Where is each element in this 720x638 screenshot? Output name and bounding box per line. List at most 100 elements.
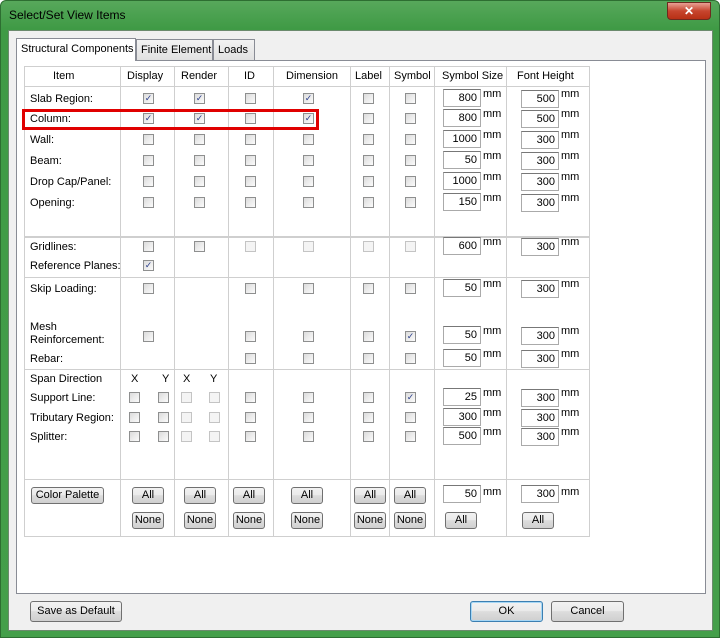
tab-loads[interactable]: Loads <box>213 39 255 60</box>
symbol-checkbox[interactable] <box>405 283 416 294</box>
id-checkbox[interactable] <box>245 155 256 166</box>
tab-structural-components[interactable]: Structural Components <box>16 38 136 61</box>
display-checkbox[interactable] <box>143 134 154 145</box>
id-all-button[interactable]: All <box>233 487 265 504</box>
id-checkbox[interactable] <box>245 353 256 364</box>
id-checkbox[interactable] <box>245 331 256 342</box>
id-checkbox[interactable] <box>245 197 256 208</box>
ok-button[interactable]: OK <box>470 601 543 622</box>
font-height-input[interactable]: 300 <box>521 409 559 427</box>
font-height-input[interactable]: 300 <box>521 327 559 345</box>
id-checkbox[interactable] <box>245 93 256 104</box>
symbol-size-input[interactable]: 500 <box>443 427 481 445</box>
render-checkbox[interactable] <box>194 176 205 187</box>
display-y-checkbox[interactable] <box>158 392 169 403</box>
label-checkbox[interactable] <box>363 412 374 423</box>
cancel-button[interactable]: Cancel <box>551 601 624 622</box>
dimension-checkbox[interactable] <box>303 197 314 208</box>
dimension-checkbox[interactable] <box>303 353 314 364</box>
font-height-input[interactable]: 500 <box>521 110 559 128</box>
id-none-button[interactable]: None <box>233 512 265 529</box>
symbol-size-input[interactable]: 600 <box>443 237 481 255</box>
symbol-none-button[interactable]: None <box>394 512 426 529</box>
render-checkbox[interactable] <box>194 134 205 145</box>
symbol-checkbox[interactable] <box>405 353 416 364</box>
dimension-checkbox[interactable]: ✓ <box>303 93 314 104</box>
symbol-size-input[interactable]: 300 <box>443 408 481 426</box>
label-checkbox[interactable] <box>363 155 374 166</box>
font-height-input[interactable]: 300 <box>521 194 559 212</box>
display-all-button[interactable]: All <box>132 487 164 504</box>
tab-finite-element[interactable]: Finite Element <box>136 39 213 60</box>
font-height-input[interactable]: 300 <box>521 152 559 170</box>
symbol-size-input[interactable]: 25 <box>443 388 481 406</box>
render-all-button[interactable]: All <box>184 487 216 504</box>
symbol-all-button[interactable]: All <box>394 487 426 504</box>
display-checkbox[interactable] <box>143 197 154 208</box>
render-checkbox[interactable] <box>194 155 205 166</box>
save-as-default-button[interactable]: Save as Default <box>30 601 122 622</box>
display-x-checkbox[interactable] <box>129 412 140 423</box>
display-checkbox[interactable] <box>143 283 154 294</box>
dimension-none-button[interactable]: None <box>291 512 323 529</box>
id-checkbox[interactable] <box>245 392 256 403</box>
font-height-input[interactable]: 300 <box>521 428 559 446</box>
symbol-checkbox[interactable] <box>405 197 416 208</box>
dimension-checkbox[interactable] <box>303 155 314 166</box>
symbol-checkbox[interactable]: ✓ <box>405 331 416 342</box>
label-checkbox[interactable] <box>363 113 374 124</box>
symbol-size-input[interactable]: 1000 <box>443 130 481 148</box>
default-symbol-size-input[interactable]: 50 <box>443 485 481 503</box>
symbol-checkbox[interactable] <box>405 412 416 423</box>
font-height-input[interactable]: 500 <box>521 90 559 108</box>
label-checkbox[interactable] <box>363 392 374 403</box>
display-checkbox[interactable] <box>143 241 154 252</box>
label-checkbox[interactable] <box>363 353 374 364</box>
close-icon[interactable]: ✕ <box>667 2 711 20</box>
dimension-checkbox[interactable] <box>303 392 314 403</box>
label-checkbox[interactable] <box>363 431 374 442</box>
dimension-checkbox[interactable] <box>303 134 314 145</box>
display-checkbox[interactable]: ✓ <box>143 260 154 271</box>
label-checkbox[interactable] <box>363 134 374 145</box>
symbol-checkbox[interactable] <box>405 176 416 187</box>
font-height-input[interactable]: 300 <box>521 280 559 298</box>
id-checkbox[interactable] <box>245 283 256 294</box>
render-checkbox[interactable] <box>194 241 205 252</box>
font-height-input[interactable]: 300 <box>521 131 559 149</box>
label-checkbox[interactable] <box>363 176 374 187</box>
label-checkbox[interactable] <box>363 283 374 294</box>
symbol-checkbox[interactable] <box>405 93 416 104</box>
symbol-size-input[interactable]: 50 <box>443 279 481 297</box>
render-checkbox[interactable]: ✓ <box>194 93 205 104</box>
display-x-checkbox[interactable] <box>129 392 140 403</box>
font-height-all-button[interactable]: All <box>522 512 554 529</box>
display-x-checkbox[interactable] <box>129 431 140 442</box>
dimension-checkbox[interactable] <box>303 412 314 423</box>
dimension-checkbox[interactable] <box>303 431 314 442</box>
label-all-button[interactable]: All <box>354 487 386 504</box>
display-none-button[interactable]: None <box>132 512 164 529</box>
font-height-input[interactable]: 300 <box>521 238 559 256</box>
symbol-checkbox[interactable] <box>405 134 416 145</box>
dimension-checkbox[interactable] <box>303 331 314 342</box>
symbol-checkbox[interactable]: ✓ <box>405 392 416 403</box>
id-checkbox[interactable] <box>245 134 256 145</box>
symbol-size-input[interactable]: 800 <box>443 89 481 107</box>
display-y-checkbox[interactable] <box>158 412 169 423</box>
display-checkbox[interactable] <box>143 176 154 187</box>
render-checkbox[interactable] <box>194 197 205 208</box>
symbol-checkbox[interactable] <box>405 155 416 166</box>
id-checkbox[interactable] <box>245 431 256 442</box>
symbol-size-input[interactable]: 800 <box>443 109 481 127</box>
id-checkbox[interactable] <box>245 176 256 187</box>
display-y-checkbox[interactable] <box>158 431 169 442</box>
font-height-input[interactable]: 300 <box>521 350 559 368</box>
render-none-button[interactable]: None <box>184 512 216 529</box>
label-none-button[interactable]: None <box>354 512 386 529</box>
label-checkbox[interactable] <box>363 93 374 104</box>
dimension-checkbox[interactable] <box>303 176 314 187</box>
label-checkbox[interactable] <box>363 331 374 342</box>
display-checkbox[interactable] <box>143 331 154 342</box>
label-checkbox[interactable] <box>363 197 374 208</box>
